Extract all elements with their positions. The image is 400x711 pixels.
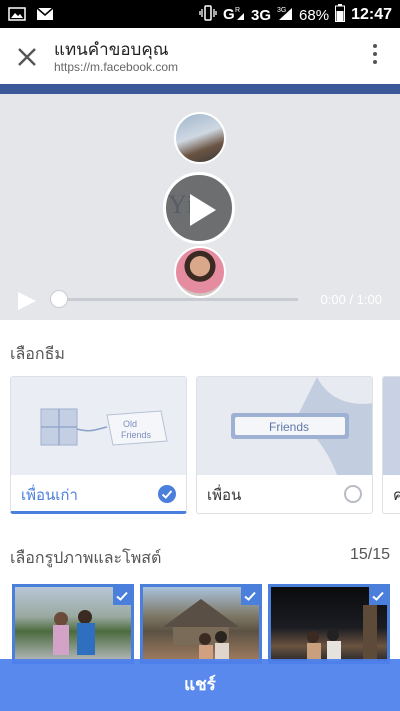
- close-button[interactable]: [12, 42, 42, 72]
- svg-text:R: R: [235, 7, 240, 14]
- photo-strip[interactable]: [0, 584, 400, 664]
- video-preview[interactable]: Yi 0:00 / 1:00: [0, 94, 400, 320]
- video-play-control[interactable]: [16, 290, 38, 316]
- signal-icon-2: 3G: [277, 5, 293, 25]
- photo-check-icon: [369, 587, 387, 605]
- selected-check-icon: [158, 485, 176, 503]
- page-title: แทนคำขอบคุณ: [54, 40, 169, 60]
- photo-thumbnail[interactable]: [12, 584, 134, 664]
- friend-avatar-bottom: [174, 246, 226, 298]
- theme-card-partial[interactable]: ค: [382, 376, 400, 514]
- menu-dot-icon: [373, 60, 377, 64]
- video-progress-handle[interactable]: [50, 290, 68, 308]
- overflow-menu-button[interactable]: [370, 44, 380, 68]
- photo-check-icon: [241, 587, 259, 605]
- svg-text:3G: 3G: [277, 7, 286, 14]
- theme-art-friends: Friends: [197, 377, 372, 475]
- play-button[interactable]: [163, 172, 235, 244]
- clock: 12:47: [351, 6, 392, 23]
- theme-label: เพื่อนเก่า: [21, 486, 78, 504]
- theme-label: ค: [393, 483, 400, 507]
- play-icon: [18, 292, 36, 310]
- network-type: 3G: [251, 6, 272, 24]
- photo-thumbnail[interactable]: [140, 584, 262, 664]
- play-icon: [190, 194, 216, 226]
- theme-art-text: Friends: [269, 420, 309, 434]
- status-bar: GR 3G 3G 68% 12:47: [0, 0, 400, 28]
- menu-dot-icon: [373, 44, 377, 48]
- theme-art-old-friends: Old Friends: [11, 377, 186, 475]
- menu-dot-icon: [373, 52, 377, 56]
- theme-section-title: เลือกธีม: [10, 344, 65, 363]
- theme-art-text-line1: Old: [123, 419, 137, 429]
- battery-icon: [335, 4, 346, 26]
- video-time: 0:00 / 1:00: [320, 292, 382, 307]
- photo-check-icon: [113, 587, 131, 605]
- share-button[interactable]: แชร์: [0, 659, 400, 711]
- video-progress-track[interactable]: [50, 298, 298, 301]
- photo-thumbnail[interactable]: [268, 584, 390, 664]
- theme-card-old-friends[interactable]: Old Friends เพื่อนเก่า: [10, 376, 187, 514]
- battery-percent: 68%: [299, 6, 330, 24]
- theme-label: เพื่อน: [207, 486, 242, 504]
- theme-carousel[interactable]: Old Friends เพื่อนเก่า Friends เพื่อน ค: [0, 376, 400, 516]
- page-url: https://m.facebook.com: [54, 60, 179, 74]
- friend-avatar-top: [174, 112, 226, 164]
- gallery-icon: [8, 6, 26, 25]
- photo-section-title: เลือกรูปภาพและโพสต์: [10, 548, 162, 567]
- theme-art-text-line2: Friends: [121, 430, 152, 440]
- photo-count: 15/15: [349, 546, 390, 563]
- unselected-radio-icon: [344, 485, 362, 503]
- vibrate-icon: [199, 5, 217, 25]
- custom-tab-header: แทนคำขอบคุณ https://m.facebook.com: [0, 28, 400, 84]
- facebook-header-strip: [0, 84, 400, 94]
- close-icon: [18, 48, 36, 66]
- theme-card-friends[interactable]: Friends เพื่อน: [196, 376, 373, 514]
- svg-text:G: G: [223, 6, 235, 21]
- theme-art-partial: [383, 377, 400, 475]
- mail-icon: [36, 6, 54, 25]
- signal-icon-1: GR: [223, 5, 245, 25]
